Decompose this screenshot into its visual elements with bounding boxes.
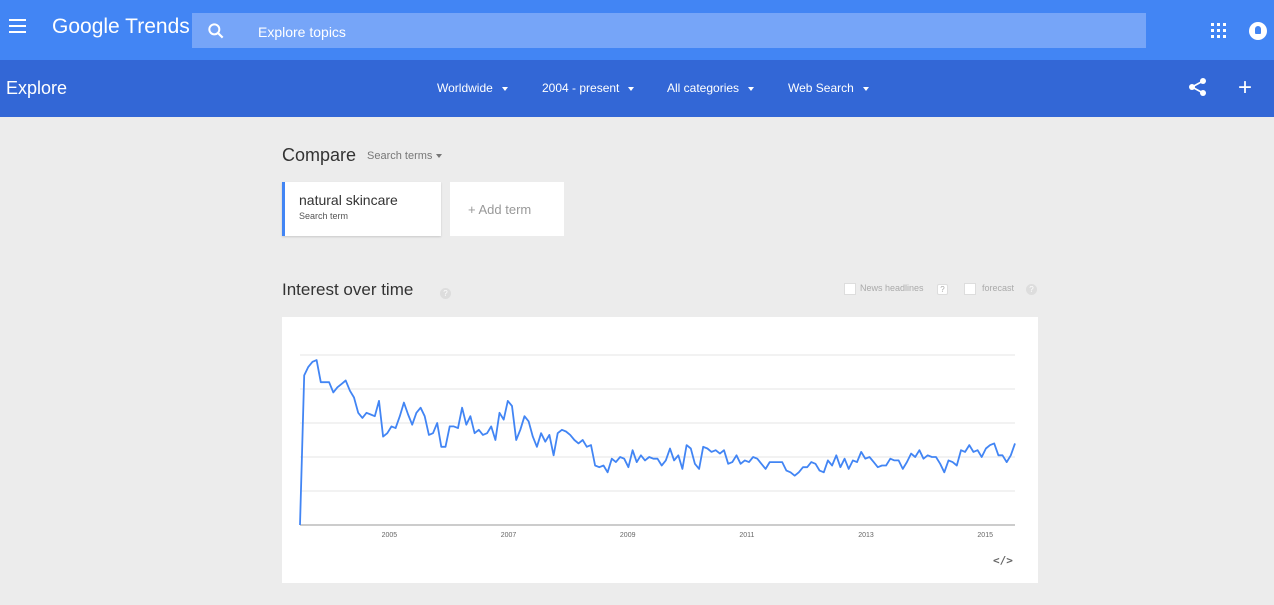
- interest-chart-card: 2005 2007 2009 2011 2013 2015 </>: [282, 317, 1038, 583]
- top-app-bar: Google Trends: [0, 0, 1274, 60]
- apps-grid-icon[interactable]: [1211, 23, 1226, 38]
- series-line-natural-skincare[interactable]: [299, 359, 1016, 526]
- add-term-label: + Add term: [468, 202, 532, 217]
- chevron-down-icon: [628, 86, 635, 91]
- page-title: Explore: [6, 78, 68, 98]
- compare-type-label: Search terms: [367, 150, 433, 162]
- search-input[interactable]: [256, 13, 1120, 50]
- search-term-type: Search term: [299, 211, 349, 221]
- chevron-down-icon: [748, 86, 755, 91]
- search-term-name: natural skincare: [299, 192, 398, 208]
- x-tick-label: 2009: [620, 532, 636, 539]
- interest-over-time-heading: Interest over time: [282, 280, 414, 299]
- compare-heading: Compare: [282, 145, 357, 165]
- chevron-down-icon: [436, 154, 443, 159]
- share-icon[interactable]: [1188, 77, 1208, 97]
- help-icon[interactable]: ?: [937, 284, 948, 295]
- help-icon[interactable]: ?: [440, 288, 451, 299]
- interest-over-time-chart[interactable]: 2005 2007 2009 2011 2013 2015: [282, 317, 1038, 583]
- category-filter-label: All categories: [667, 81, 740, 95]
- search-property-filter-label: Web Search: [788, 81, 854, 95]
- news-headlines-label: News headlines: [860, 283, 924, 293]
- x-tick-label: 2007: [501, 532, 517, 539]
- time-filter[interactable]: 2004 - present: [542, 81, 635, 95]
- compare-type-dropdown[interactable]: Search terms: [367, 150, 443, 162]
- embed-code-icon[interactable]: </>: [993, 554, 1013, 567]
- region-filter[interactable]: Worldwide: [437, 81, 508, 95]
- x-tick-label: 2005: [382, 532, 398, 539]
- category-filter[interactable]: All categories: [667, 81, 755, 95]
- google-trends-logo[interactable]: Google Trends: [52, 15, 190, 39]
- time-filter-label: 2004 - present: [542, 81, 620, 95]
- search-property-filter[interactable]: Web Search: [788, 81, 869, 95]
- chevron-down-icon: [501, 86, 508, 91]
- search-box[interactable]: [192, 13, 1146, 50]
- region-filter-label: Worldwide: [437, 81, 493, 95]
- add-icon[interactable]: +: [1238, 76, 1252, 100]
- chevron-down-icon: [862, 86, 869, 91]
- notifications-icon[interactable]: [1249, 22, 1267, 40]
- add-term-button[interactable]: + Add term: [450, 182, 564, 236]
- x-tick-label: 2013: [858, 532, 874, 539]
- search-icon[interactable]: [206, 21, 226, 41]
- news-headlines-checkbox[interactable]: [844, 283, 856, 295]
- help-icon[interactable]: ?: [1026, 284, 1037, 295]
- explore-bar: Explore Worldwide 2004 - present All cat…: [0, 60, 1274, 117]
- x-tick-label: 2015: [977, 532, 993, 539]
- x-tick-label: 2011: [739, 532, 754, 539]
- search-term-card[interactable]: natural skincare Search term: [282, 182, 441, 236]
- menu-icon[interactable]: [9, 19, 26, 33]
- forecast-label: forecast: [982, 283, 1015, 293]
- forecast-checkbox[interactable]: [964, 283, 976, 295]
